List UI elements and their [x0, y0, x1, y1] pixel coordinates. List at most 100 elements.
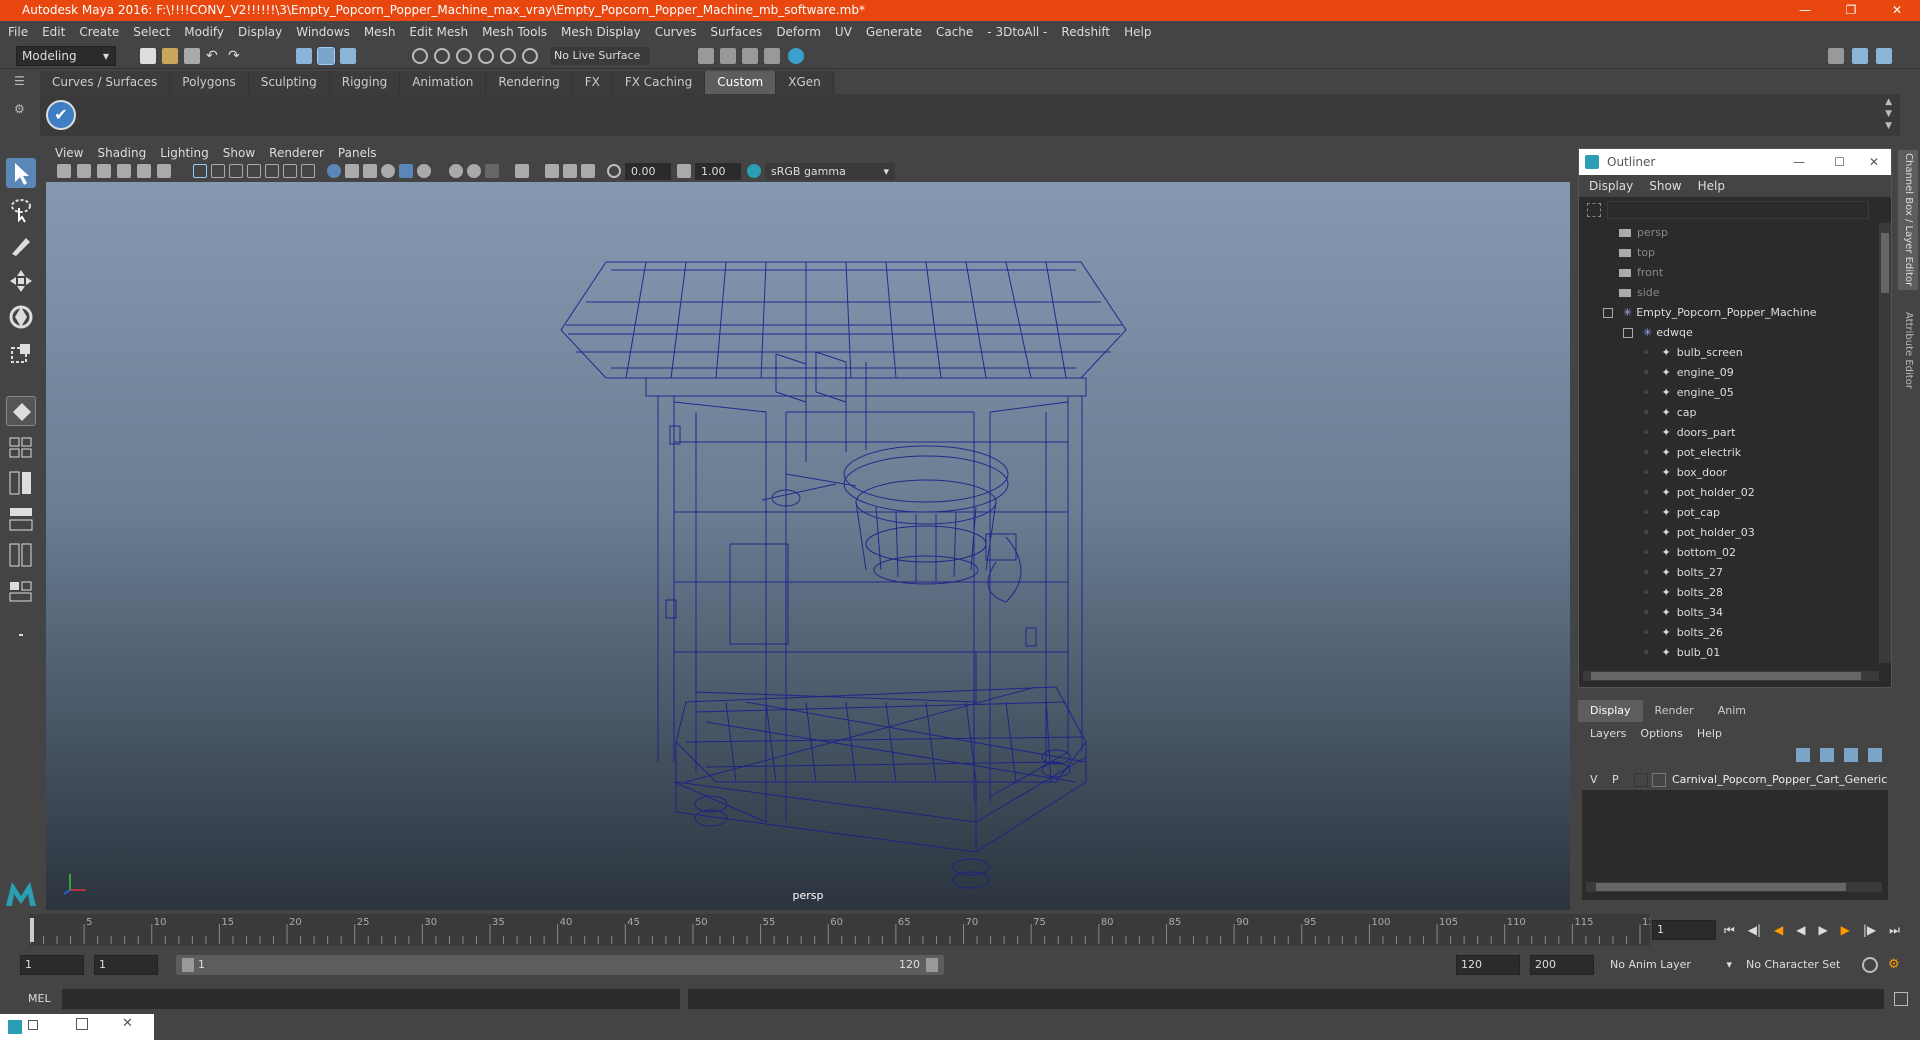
film-gate-icon[interactable] — [211, 164, 225, 178]
outliner-camera-item[interactable]: persp — [1619, 223, 1668, 243]
menu-item[interactable]: Select — [133, 25, 170, 39]
shelf-options-icon[interactable]: ☰ ⚙ — [14, 74, 30, 134]
expand-dot-icon[interactable]: ◦ — [1643, 566, 1650, 579]
tab-channel-box[interactable]: Channel Box / Layer Editor — [1898, 150, 1918, 290]
four-view-layout-icon[interactable] — [6, 432, 36, 462]
auto-key-icon[interactable] — [1862, 957, 1878, 973]
expand-dot-icon[interactable]: ◦ — [1643, 406, 1650, 419]
menu-item[interactable]: Mesh Tools — [482, 25, 547, 39]
expand-dot-icon[interactable]: ◦ — [1643, 606, 1650, 619]
gamma-icon[interactable] — [677, 164, 691, 178]
script-editor-icon[interactable] — [1894, 992, 1908, 1006]
textured-icon[interactable] — [381, 164, 395, 178]
animation-end-field[interactable]: 200 — [1530, 955, 1594, 975]
maximize-icon[interactable] — [76, 1018, 88, 1030]
shelf-tab[interactable]: Rigging — [329, 71, 401, 94]
viewport-menu-item[interactable]: Panels — [338, 146, 377, 160]
expand-dot-icon[interactable]: ◦ — [1643, 546, 1650, 559]
outliner-mesh-item[interactable]: ◦ ✦ pot_cap — [1643, 503, 1720, 523]
safe-action-icon[interactable] — [283, 164, 297, 178]
menu-item[interactable]: File — [8, 25, 28, 39]
field-chart-icon[interactable] — [265, 164, 279, 178]
character-set-dropdown[interactable]: No Character Set — [1740, 955, 1866, 975]
grid-icon[interactable] — [193, 164, 207, 178]
live-surface-field[interactable]: No Live Surface — [550, 47, 650, 65]
menu-item[interactable]: UV — [835, 25, 852, 39]
shelf-tab[interactable]: Rendering — [486, 71, 573, 94]
move-tool-icon[interactable] — [6, 266, 36, 296]
exposure-icon[interactable] — [607, 164, 621, 178]
mel-label[interactable]: MEL — [28, 992, 51, 1005]
expand-dot-icon[interactable]: ◦ — [1643, 346, 1650, 359]
render-settings-icon[interactable] — [698, 48, 714, 64]
shelf-tab[interactable]: Curves / Surfaces — [40, 71, 171, 94]
menu-item[interactable]: Edit Mesh — [409, 25, 468, 39]
minimize-icon[interactable]: — — [1782, 0, 1828, 21]
outliner-mesh-item[interactable]: ◦ ✦ cap — [1643, 403, 1697, 423]
new-scene-icon[interactable] — [140, 48, 156, 64]
outliner-menu-item[interactable]: Help — [1698, 179, 1725, 193]
menu-item[interactable]: Surfaces — [710, 25, 762, 39]
select-by-hierarchy-icon[interactable] — [296, 48, 312, 64]
shelf-tab[interactable]: FX Caching — [612, 71, 706, 94]
expand-dot-icon[interactable]: ◦ — [1643, 386, 1650, 399]
outliner-mesh-item[interactable]: ◦ ✦ bolts_26 — [1643, 623, 1723, 643]
persp-outliner-layout-icon[interactable] — [6, 576, 36, 606]
snap-point-icon[interactable] — [456, 48, 472, 64]
shelf-scroll-icon[interactable]: ▲ ▼ ▼ — [1885, 96, 1892, 132]
outliner-camera-item[interactable]: front — [1619, 263, 1663, 283]
menu-item[interactable]: Generate — [866, 25, 922, 39]
range-slider[interactable]: 1 120 — [176, 955, 944, 975]
safe-title-icon[interactable] — [301, 164, 315, 178]
graph-layout-icon[interactable] — [6, 540, 36, 570]
channel-box-toggle-icon[interactable] — [1852, 48, 1868, 64]
hypershade-icon[interactable] — [764, 48, 780, 64]
outliner-root-item[interactable]: ✳ Empty_Popcorn_Popper_Machine — [1603, 303, 1817, 323]
menu-item[interactable]: Cache — [936, 25, 973, 39]
viewport-menu-item[interactable]: Lighting — [160, 146, 209, 160]
tab-attribute-editor[interactable]: Attribute Editor — [1898, 300, 1918, 400]
color-management-icon[interactable] — [747, 164, 761, 178]
expand-dot-icon[interactable]: ◦ — [1643, 486, 1650, 499]
new-layer-icon[interactable] — [1844, 748, 1858, 762]
layer-menu-item[interactable]: Layers — [1590, 724, 1626, 744]
mode-selector[interactable]: Modeling ▾ — [16, 46, 116, 66]
playback-start-field[interactable]: 1 — [94, 955, 158, 975]
expand-dot-icon[interactable]: ◦ — [1643, 426, 1650, 439]
expand-dot-icon[interactable]: ◦ — [1643, 526, 1650, 539]
preferences-icon[interactable]: ⚙ — [1888, 957, 1904, 973]
two-pane-layout-icon[interactable] — [6, 468, 36, 498]
resolution-gate-icon[interactable] — [229, 164, 243, 178]
snap-projected-icon[interactable] — [478, 48, 494, 64]
shelf-tab[interactable]: Animation — [400, 71, 487, 94]
go-to-start-icon[interactable]: ⏮ — [1724, 923, 1735, 938]
outliner-mesh-item[interactable]: ◦ ✦ pot_holder_02 — [1643, 483, 1755, 503]
go-to-end-icon[interactable]: ⏭ — [1889, 923, 1900, 938]
current-frame-field[interactable]: 1 — [1652, 920, 1716, 940]
hscroll-thumb[interactable] — [1591, 672, 1861, 680]
layer-row[interactable]: V P Carnival_Popcorn_Popper_Cart_Generic — [1582, 770, 1888, 790]
exposure-field[interactable]: 0.00 — [625, 163, 671, 180]
viewport-menu-item[interactable]: Renderer — [269, 146, 324, 160]
step-back-icon[interactable]: ◀| — [1748, 923, 1761, 937]
expand-dot-icon[interactable]: ◦ — [1643, 646, 1650, 659]
anti-aliasing-icon[interactable] — [581, 164, 595, 178]
expand-layouts-icon[interactable] — [6, 620, 36, 650]
snap-curve-icon[interactable] — [434, 48, 450, 64]
expand-dot-icon[interactable]: ◦ — [1643, 446, 1650, 459]
layer-tab[interactable]: Render — [1643, 700, 1706, 722]
play-back-icon[interactable]: ◀ — [1796, 923, 1805, 937]
outliner-layout-icon[interactable] — [6, 504, 36, 534]
layer-playback-toggle[interactable]: P — [1612, 773, 1619, 786]
outliner-mesh-item[interactable]: ◦ ✦ pot_holder_03 — [1643, 523, 1755, 543]
grease-pencil-icon[interactable] — [157, 164, 171, 178]
shelf-tab[interactable]: FX — [572, 71, 613, 94]
layer-tab[interactable]: Anim — [1706, 700, 1758, 722]
outliner-mesh-item[interactable]: ◦ ✦ doors_part — [1643, 423, 1735, 443]
move-layer-up-icon[interactable] — [1796, 748, 1810, 762]
xray-joints-icon[interactable] — [467, 164, 481, 178]
close-icon[interactable]: ✕ — [1869, 149, 1879, 175]
outliner-mesh-item[interactable]: ◦ ✦ engine_09 — [1643, 363, 1734, 383]
outliner-mesh-item[interactable]: ◦ ✦ bottom_02 — [1643, 543, 1736, 563]
viewport-menu-item[interactable]: View — [55, 146, 83, 160]
